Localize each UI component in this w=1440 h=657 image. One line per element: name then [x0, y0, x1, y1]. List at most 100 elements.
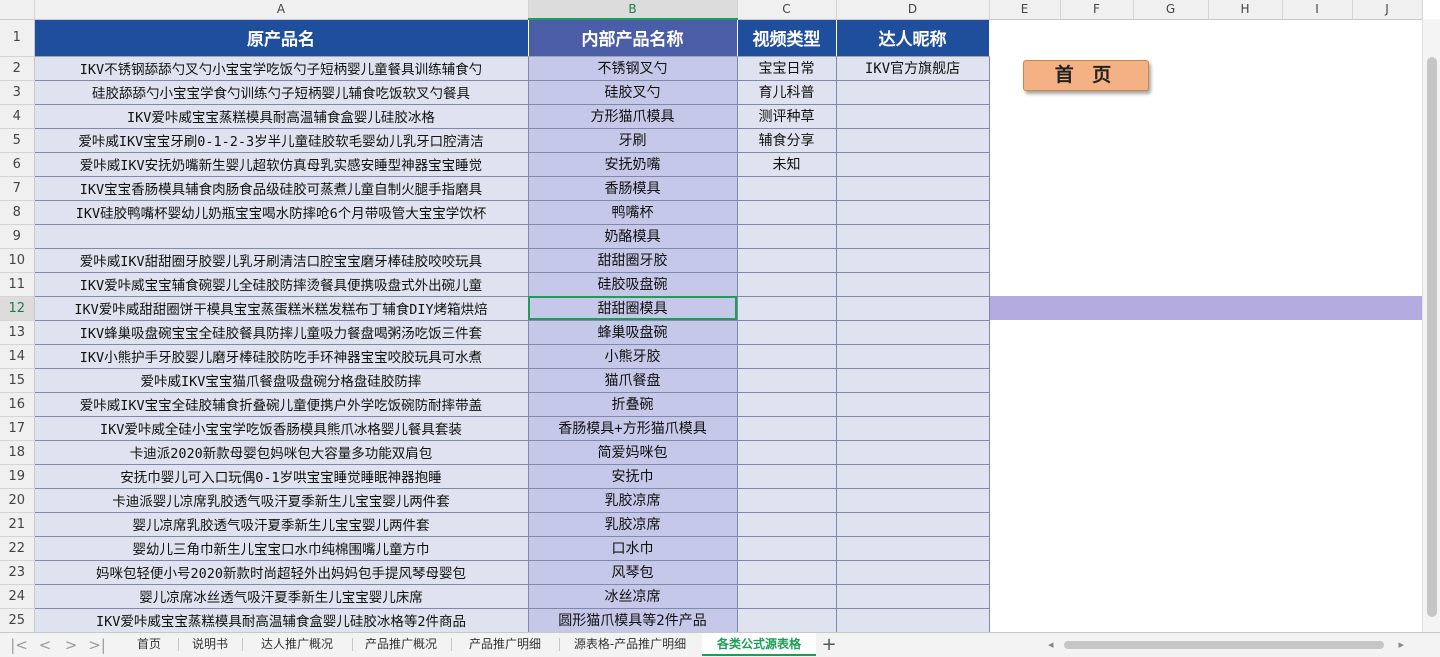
horizontal-scrollbar[interactable]: ◂ ▸ — [1040, 638, 1410, 651]
cell-empty[interactable] — [1352, 344, 1422, 368]
cell-empty[interactable] — [1133, 368, 1208, 392]
tab-product-detail[interactable]: 产品推广明细 — [453, 633, 557, 656]
cell-empty[interactable] — [1352, 584, 1422, 608]
row-number[interactable]: 1 — [0, 19, 35, 57]
vertical-scroll-thumb[interactable] — [1427, 57, 1437, 617]
cell-influencer-nickname[interactable] — [836, 248, 990, 273]
row-number[interactable]: 22 — [0, 536, 35, 561]
cell-empty[interactable] — [1208, 536, 1282, 560]
cell-empty[interactable] — [1208, 248, 1282, 272]
cell-video-type[interactable] — [737, 296, 837, 321]
cell-video-type[interactable] — [737, 608, 837, 632]
cell-table[interactable]: A B C D E F G H I J 1 原产品名 内部产品名称 视频类型 达… — [0, 0, 1423, 632]
cell-empty[interactable] — [1208, 80, 1282, 104]
cell-empty[interactable] — [989, 19, 1060, 56]
cell-empty[interactable] — [1133, 320, 1208, 344]
cell-empty[interactable] — [1133, 392, 1208, 416]
row-number[interactable]: 25 — [0, 608, 35, 632]
cell-empty[interactable] — [1282, 128, 1352, 152]
cell-video-type[interactable] — [737, 392, 837, 417]
cell-video-type[interactable] — [737, 248, 837, 273]
cell-empty[interactable] — [1282, 368, 1352, 392]
cell-empty[interactable] — [1282, 104, 1352, 128]
cell-empty[interactable] — [1060, 320, 1133, 344]
cell-empty[interactable] — [1282, 80, 1352, 104]
cell-empty[interactable] — [1352, 176, 1422, 200]
cell-empty[interactable] — [1208, 560, 1282, 584]
cell-influencer-nickname[interactable] — [836, 344, 990, 369]
cell-empty[interactable] — [1282, 296, 1352, 320]
cell-internal-product-name[interactable]: 乳胶凉席 — [528, 488, 738, 513]
cell-empty[interactable] — [1060, 536, 1133, 560]
cell-empty[interactable] — [1282, 176, 1352, 200]
cell-empty[interactable] — [1208, 296, 1282, 320]
cell-empty[interactable] — [1352, 320, 1422, 344]
cell-internal-product-name[interactable]: 硅胶叉勺 — [528, 80, 738, 105]
cell-video-type[interactable] — [737, 440, 837, 465]
cell-empty[interactable] — [1208, 200, 1282, 224]
cell-empty[interactable] — [989, 464, 1060, 488]
cell-video-type[interactable] — [737, 176, 837, 201]
cell-empty[interactable] — [1352, 368, 1422, 392]
cell-empty[interactable] — [1208, 512, 1282, 536]
cell-empty[interactable] — [1060, 19, 1133, 56]
cell-empty[interactable] — [1352, 80, 1422, 104]
cell-internal-product-name[interactable]: 口水巾 — [528, 536, 738, 561]
cell-original-product-name[interactable]: 卡迪派婴儿凉席乳胶透气吸汗夏季新生儿宝宝婴儿两件套 — [34, 488, 529, 513]
cell-empty[interactable] — [1060, 392, 1133, 416]
cell-internal-product-name[interactable]: 鸭嘴杯 — [528, 200, 738, 225]
cell-influencer-nickname[interactable]: IKV官方旗舰店 — [836, 56, 990, 81]
cell-video-type[interactable] — [737, 488, 837, 513]
cell-empty[interactable] — [1208, 344, 1282, 368]
cell-original-product-name[interactable]: 爱咔威IKV宝宝全硅胶辅食折叠碗儿童便携户外学吃饭碗防耐摔带盖 — [34, 392, 529, 417]
cell-original-product-name[interactable]: IKV宝宝香肠模具辅食肉肠食品级硅胶可蒸煮儿童自制火腿手指磨具 — [34, 176, 529, 201]
cell-empty[interactable] — [1352, 200, 1422, 224]
column-header-a[interactable]: A — [34, 0, 529, 20]
cell-original-product-name[interactable]: 爱咔威IKV甜甜圈牙胶婴儿乳牙刷清洁口腔宝宝磨牙棒硅胶咬咬玩具 — [34, 248, 529, 273]
cell-empty[interactable] — [1208, 176, 1282, 200]
row-number[interactable]: 18 — [0, 440, 35, 465]
cell-empty[interactable] — [1208, 19, 1282, 56]
cell-empty[interactable] — [1282, 56, 1352, 80]
cell-original-product-name[interactable]: 婴儿凉席冰丝透气吸汗夏季新生儿宝宝婴儿床席 — [34, 584, 529, 609]
cell-empty[interactable] — [1282, 608, 1352, 632]
tab-home[interactable]: 首页 — [122, 633, 176, 656]
cell-empty[interactable] — [989, 440, 1060, 464]
cell-empty[interactable] — [1282, 464, 1352, 488]
cell-video-type[interactable]: 辅食分享 — [737, 128, 837, 153]
header-original-product-name[interactable]: 原产品名 — [34, 19, 529, 57]
column-header-b[interactable]: B — [528, 0, 738, 20]
cell-influencer-nickname[interactable] — [836, 320, 990, 345]
cell-empty[interactable] — [1133, 536, 1208, 560]
cell-video-type[interactable] — [737, 536, 837, 561]
row-number[interactable]: 13 — [0, 320, 35, 345]
column-header-e[interactable]: E — [989, 0, 1061, 20]
cell-video-type[interactable]: 育儿科普 — [737, 80, 837, 105]
cell-empty[interactable] — [989, 320, 1060, 344]
cell-original-product-name[interactable]: 妈咪包轻便小号2020新款时尚超轻外出妈妈包手提风琴母婴包 — [34, 560, 529, 585]
row-number[interactable]: 2 — [0, 56, 35, 81]
cell-empty[interactable] — [1133, 152, 1208, 176]
cell-original-product-name[interactable]: IKV爱咔威宝宝辅食碗婴儿全硅胶防摔烫餐具便携吸盘式外出碗儿童 — [34, 272, 529, 297]
home-button[interactable]: 首 页 — [1023, 60, 1149, 91]
cell-original-product-name[interactable]: 爱咔威IKV宝宝牙刷0-1-2-3岁半儿童硅胶软毛婴幼儿乳牙口腔清洁 — [34, 128, 529, 153]
cell-empty[interactable] — [989, 488, 1060, 512]
cell-internal-product-name[interactable]: 不锈钢叉勺 — [528, 56, 738, 81]
cell-empty[interactable] — [1282, 19, 1352, 56]
cell-video-type[interactable] — [737, 344, 837, 369]
cell-empty[interactable] — [1352, 464, 1422, 488]
cell-video-type[interactable] — [737, 464, 837, 489]
row-number[interactable]: 23 — [0, 560, 35, 585]
row-number[interactable]: 21 — [0, 512, 35, 537]
cell-empty[interactable] — [1352, 608, 1422, 632]
cell-empty[interactable] — [989, 416, 1060, 440]
row-number[interactable]: 3 — [0, 80, 35, 105]
cell-internal-product-name[interactable]: 折叠碗 — [528, 392, 738, 417]
cell-empty[interactable] — [1133, 560, 1208, 584]
cell-empty[interactable] — [989, 608, 1060, 632]
cell-internal-product-name[interactable]: 猫爪餐盘 — [528, 368, 738, 393]
cell-empty[interactable] — [989, 128, 1060, 152]
cell-internal-product-name[interactable]: 甜甜圈牙胶 — [528, 248, 738, 273]
cell-empty[interactable] — [1282, 248, 1352, 272]
cell-influencer-nickname[interactable] — [836, 80, 990, 105]
